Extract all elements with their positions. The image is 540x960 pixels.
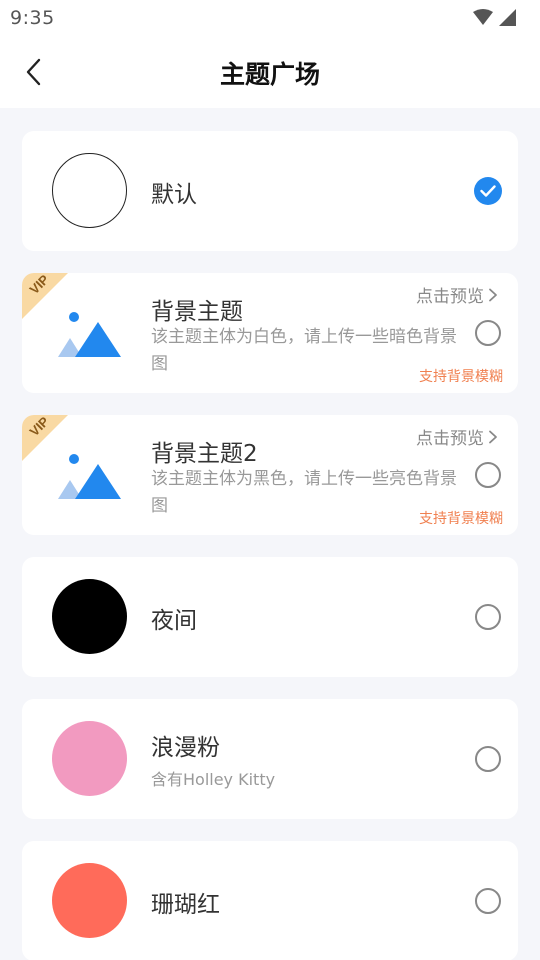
- blur-support-tag: 支持背景模糊: [419, 369, 503, 385]
- theme-swatch: [52, 863, 127, 938]
- image-icon: [58, 312, 121, 357]
- preview-link[interactable]: 点击预览: [416, 282, 498, 307]
- theme-subtitle: 含有Holley Kitty: [151, 770, 276, 789]
- preview-label: 点击预览: [416, 287, 484, 307]
- theme-title: 夜间: [151, 608, 197, 634]
- chevron-right-icon: [489, 430, 497, 443]
- page-title: 主题广场: [219, 60, 320, 89]
- theme-radio[interactable]: [475, 888, 501, 914]
- navbar: 主题广场: [0, 36, 540, 108]
- image-icon: [58, 454, 121, 499]
- theme-title: 背景主题: [151, 299, 243, 325]
- check-icon: [480, 185, 496, 197]
- status-bar: 9:35: [0, 0, 540, 36]
- theme-title: 默认: [151, 182, 197, 208]
- theme-swatch: [52, 721, 127, 796]
- blur-support-tag: 支持背景模糊: [419, 511, 503, 527]
- chevron-right-icon: [489, 288, 497, 301]
- status-time: 9:35: [10, 7, 55, 29]
- theme-radio[interactable]: [475, 604, 501, 630]
- signal-icon: [473, 9, 516, 26]
- theme-description: 该主题主体为黑色，请上传一些亮色背景图: [151, 469, 457, 516]
- theme-title: 珊瑚红: [151, 892, 220, 918]
- theme-card-coral[interactable]: 珊瑚红: [22, 841, 518, 960]
- preview-link[interactable]: 点击预览: [416, 424, 498, 449]
- theme-radio-checked[interactable]: [474, 177, 502, 205]
- theme-title: 背景主题2: [151, 441, 258, 467]
- theme-card-pink[interactable]: 浪漫粉 含有Holley Kitty: [22, 699, 518, 819]
- theme-card-default[interactable]: 默认: [22, 131, 518, 251]
- theme-description: 该主题主体为白色，请上传一些暗色背景图: [151, 327, 457, 374]
- theme-radio[interactable]: [475, 746, 501, 772]
- theme-radio[interactable]: [475, 320, 501, 346]
- theme-radio[interactable]: [475, 462, 501, 488]
- theme-swatch: [52, 153, 127, 228]
- theme-swatch: [52, 579, 127, 654]
- theme-card-background-2[interactable]: VIP 背景主题2 该主题主体为黑色，请上传一些亮色背景图 点击预览 支持背景模…: [22, 415, 518, 535]
- theme-card-background[interactable]: VIP 背景主题 该主题主体为白色，请上传一些暗色背景图 点击预览 支持背景模糊: [22, 273, 518, 393]
- theme-title: 浪漫粉: [151, 735, 220, 761]
- theme-card-night[interactable]: 夜间: [22, 557, 518, 677]
- preview-label: 点击预览: [416, 429, 484, 449]
